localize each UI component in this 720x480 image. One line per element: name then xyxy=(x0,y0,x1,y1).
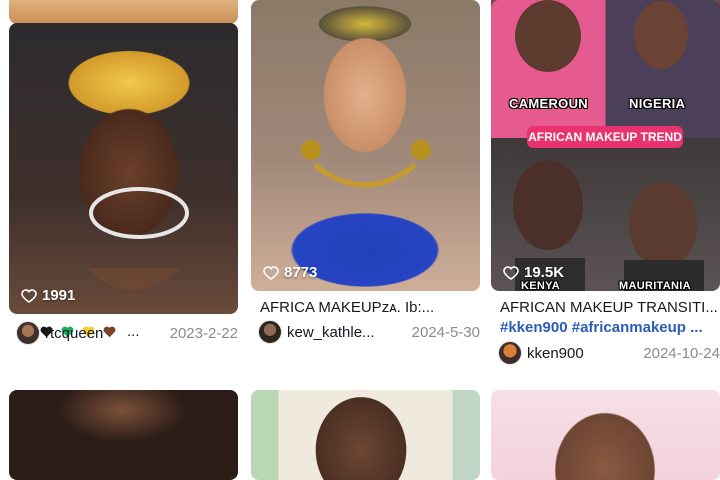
heart-outline-icon xyxy=(263,265,279,280)
video-caption[interactable]: AFRICAN MAKEUP TRANSITI... xyxy=(500,298,720,318)
necklace-decoration xyxy=(301,140,431,188)
video-hashtags[interactable]: #kken900 #africanmakeup ... xyxy=(500,318,720,338)
top-row-thumbnail-1[interactable] xyxy=(9,0,238,24)
video-card-6[interactable] xyxy=(491,390,720,480)
country-label-kenya: KENYA xyxy=(521,280,560,291)
necklace-decoration xyxy=(87,187,189,291)
video-card-1[interactable]: 1991 ... rtcqueen 2023-2-22 xyxy=(9,23,238,353)
heart-outline-icon xyxy=(21,288,37,303)
likes-counter: 1991 xyxy=(21,287,75,304)
video-thumbnail[interactable]: CAMEROUN NIGERIA AFRICAN MAKEUP TREND KE… xyxy=(491,0,720,291)
creator-row[interactable]: kken900 2024-10-24 xyxy=(498,340,720,366)
post-date: 2023-2-22 xyxy=(169,324,238,342)
likes-count: 1991 xyxy=(42,287,76,304)
video-card-3[interactable]: CAMEROUN NIGERIA AFRICAN MAKEUP TREND KE… xyxy=(491,0,720,373)
video-thumbnail[interactable]: 8773 xyxy=(251,0,480,291)
likes-count: 19.5K xyxy=(524,264,565,281)
video-thumbnail[interactable]: 1991 xyxy=(9,23,238,314)
likes-counter: 8773 xyxy=(263,264,317,281)
creator-username[interactable]: kken900 xyxy=(527,345,584,362)
video-thumbnail[interactable] xyxy=(251,390,480,480)
creator-username[interactable]: kew_kathle... xyxy=(287,324,375,341)
country-label-mauritania: MAURITANIA xyxy=(619,280,691,291)
heart-outline-icon xyxy=(503,265,519,280)
post-date: 2024-5-30 xyxy=(411,323,480,341)
trend-banner: AFRICAN MAKEUP TREND xyxy=(527,126,683,148)
country-label-cameroun: CAMEROUN xyxy=(509,96,588,111)
creator-row[interactable]: rtcqueen 2023-2-22 xyxy=(16,320,238,346)
video-card-4[interactable] xyxy=(9,390,238,480)
avatar[interactable] xyxy=(16,321,40,345)
video-thumbnail[interactable] xyxy=(491,390,720,480)
likes-count: 8773 xyxy=(284,264,318,281)
creator-row[interactable]: kew_kathle... 2024-5-30 xyxy=(258,319,480,345)
video-card-5[interactable] xyxy=(251,390,480,480)
creator-username[interactable]: rtcqueen xyxy=(45,325,103,342)
country-label-nigeria: NIGERIA xyxy=(629,96,686,111)
avatar[interactable] xyxy=(258,320,282,344)
likes-counter: 19.5K xyxy=(503,264,564,281)
post-date: 2024-10-24 xyxy=(643,344,720,362)
video-card-2[interactable]: 8773 AFRICA MAKEUPᴢᴀ. Ib:... kew_kathle.… xyxy=(251,0,480,353)
video-caption[interactable]: AFRICA MAKEUPᴢᴀ. Ib:... xyxy=(260,298,480,318)
avatar[interactable] xyxy=(498,341,522,365)
video-thumbnail[interactable] xyxy=(9,390,238,480)
